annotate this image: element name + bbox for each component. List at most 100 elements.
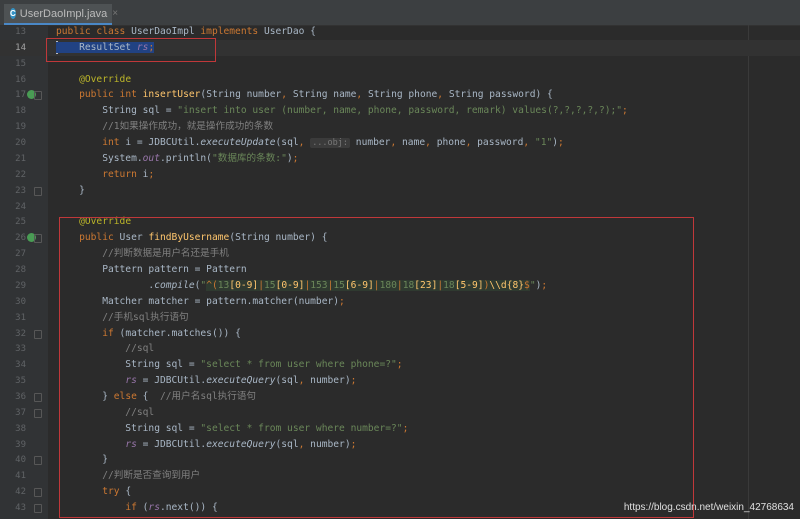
line-number: 39 (15, 439, 26, 450)
code-token: , (298, 137, 311, 149)
line-number: 31 (15, 312, 26, 323)
fold-icon[interactable] (34, 408, 42, 418)
code-text: } (56, 183, 85, 199)
fold-icon[interactable] (34, 456, 42, 466)
line-number: 28 (15, 265, 26, 276)
code-line[interactable]: 16 @Override (0, 72, 800, 88)
line-number: 25 (15, 217, 26, 228)
code-token: , (390, 137, 403, 149)
code-line[interactable]: 19 //1如果操作成功，就是操作成功的条数 (0, 119, 800, 135)
highlight-box-method (59, 217, 694, 518)
code-token: out (142, 152, 160, 164)
code-line[interactable]: 24 (0, 199, 800, 215)
code-token: String name (292, 89, 357, 101)
code-token: String password) { (448, 89, 553, 101)
fold-icon[interactable] (34, 393, 42, 402)
code-text: public int insertUser(String number, Str… (56, 87, 553, 103)
line-number: 37 (15, 407, 26, 418)
line-number: 29 (15, 280, 26, 291)
code-token: (String number (200, 89, 282, 101)
code-token: , (356, 89, 368, 101)
code-line[interactable]: 18 String sql = "insert into user (numbe… (0, 103, 800, 119)
code-token: String phone (367, 89, 438, 101)
fold-icon[interactable] (34, 186, 42, 196)
code-line[interactable]: 21 System.out.println("数据库的条数:"); (0, 151, 800, 167)
line-number: 19 (15, 122, 26, 133)
code-text: @Override (56, 72, 131, 88)
line-number: 30 (15, 296, 26, 307)
code-token: "insert into user (number, name, phone, … (177, 105, 623, 117)
code-token: public class (56, 26, 132, 37)
code-token: "1" (534, 137, 553, 149)
code-token: System. (56, 152, 143, 164)
line-number: 33 (15, 344, 26, 355)
code-line[interactable]: 22 return i; (0, 167, 800, 183)
tab-userdaoimpl-java[interactable]: C UserDaoImpl.java × (4, 4, 118, 25)
code-token: insertUser (142, 89, 201, 101)
fold-icon[interactable] (34, 234, 42, 244)
code-token: return (102, 168, 143, 180)
code-token: public int (79, 89, 143, 101)
code-token: UserDao { (263, 26, 316, 37)
code-token: executeUpdate (200, 137, 276, 149)
code-token: number (350, 137, 391, 149)
code-token: "数据库的条数:" (211, 152, 287, 164)
line-number: 36 (15, 392, 26, 402)
code-token: .println( (159, 152, 212, 164)
code-token: @Override (79, 73, 132, 85)
line-number: 24 (15, 201, 26, 212)
fold-icon[interactable] (34, 488, 42, 498)
fold-icon[interactable] (34, 91, 42, 101)
fold-icon[interactable] (34, 329, 42, 339)
code-token: } (56, 184, 85, 196)
close-icon[interactable]: × (112, 8, 118, 19)
line-number: 41 (15, 471, 26, 482)
code-token: ; (622, 105, 628, 117)
line-number: 14 (15, 42, 26, 53)
code-text: return i; (56, 167, 154, 183)
editor-tab-bar: C UserDaoImpl.java × (0, 0, 800, 26)
code-token: UserDaoImpl (131, 26, 201, 37)
line-number: 17 (15, 90, 26, 101)
code-token: String sql = (56, 105, 178, 117)
code-token: , (437, 89, 449, 101)
code-line[interactable]: 23 } (0, 183, 800, 199)
code-text: String sql = "insert into user (number, … (56, 103, 628, 119)
code-line[interactable]: 17 public int insertUser(String number, … (0, 87, 800, 103)
code-token: phone (436, 137, 466, 149)
line-number: 16 (15, 74, 26, 85)
code-text: System.out.println("数据库的条数:"); (56, 151, 298, 167)
code-token: , (281, 89, 293, 101)
code-token: int (102, 137, 126, 149)
fold-icon[interactable] (34, 504, 42, 514)
line-number: 22 (15, 169, 26, 180)
code-line[interactable]: 20 int i = JDBCUtil.executeUpdate(sql, .… (0, 135, 800, 151)
highlight-box-field (46, 38, 216, 62)
code-token: ; (558, 137, 564, 149)
line-number: 35 (15, 376, 26, 387)
line-number: 32 (15, 328, 26, 339)
code-token: , (425, 137, 437, 149)
line-number: 20 (15, 138, 26, 149)
line-number: 26 (15, 233, 26, 244)
line-number: 38 (15, 423, 26, 434)
code-token: name (402, 137, 426, 149)
class-icon: C (10, 8, 16, 19)
code-token: , (523, 137, 535, 149)
line-number: 13 (15, 27, 26, 37)
line-number: 34 (15, 360, 26, 371)
code-token: password (477, 137, 524, 149)
code-token: implements (200, 26, 264, 37)
code-token: ; (148, 168, 155, 180)
code-token: ; (292, 152, 299, 164)
code-token: (sql (275, 137, 299, 149)
line-number: 42 (15, 487, 26, 498)
code-text: int i = JDBCUtil.executeUpdate(sql, ...o… (56, 135, 564, 151)
line-number: 21 (15, 153, 26, 164)
line-number: 18 (15, 106, 26, 117)
code-token: , (465, 137, 478, 149)
